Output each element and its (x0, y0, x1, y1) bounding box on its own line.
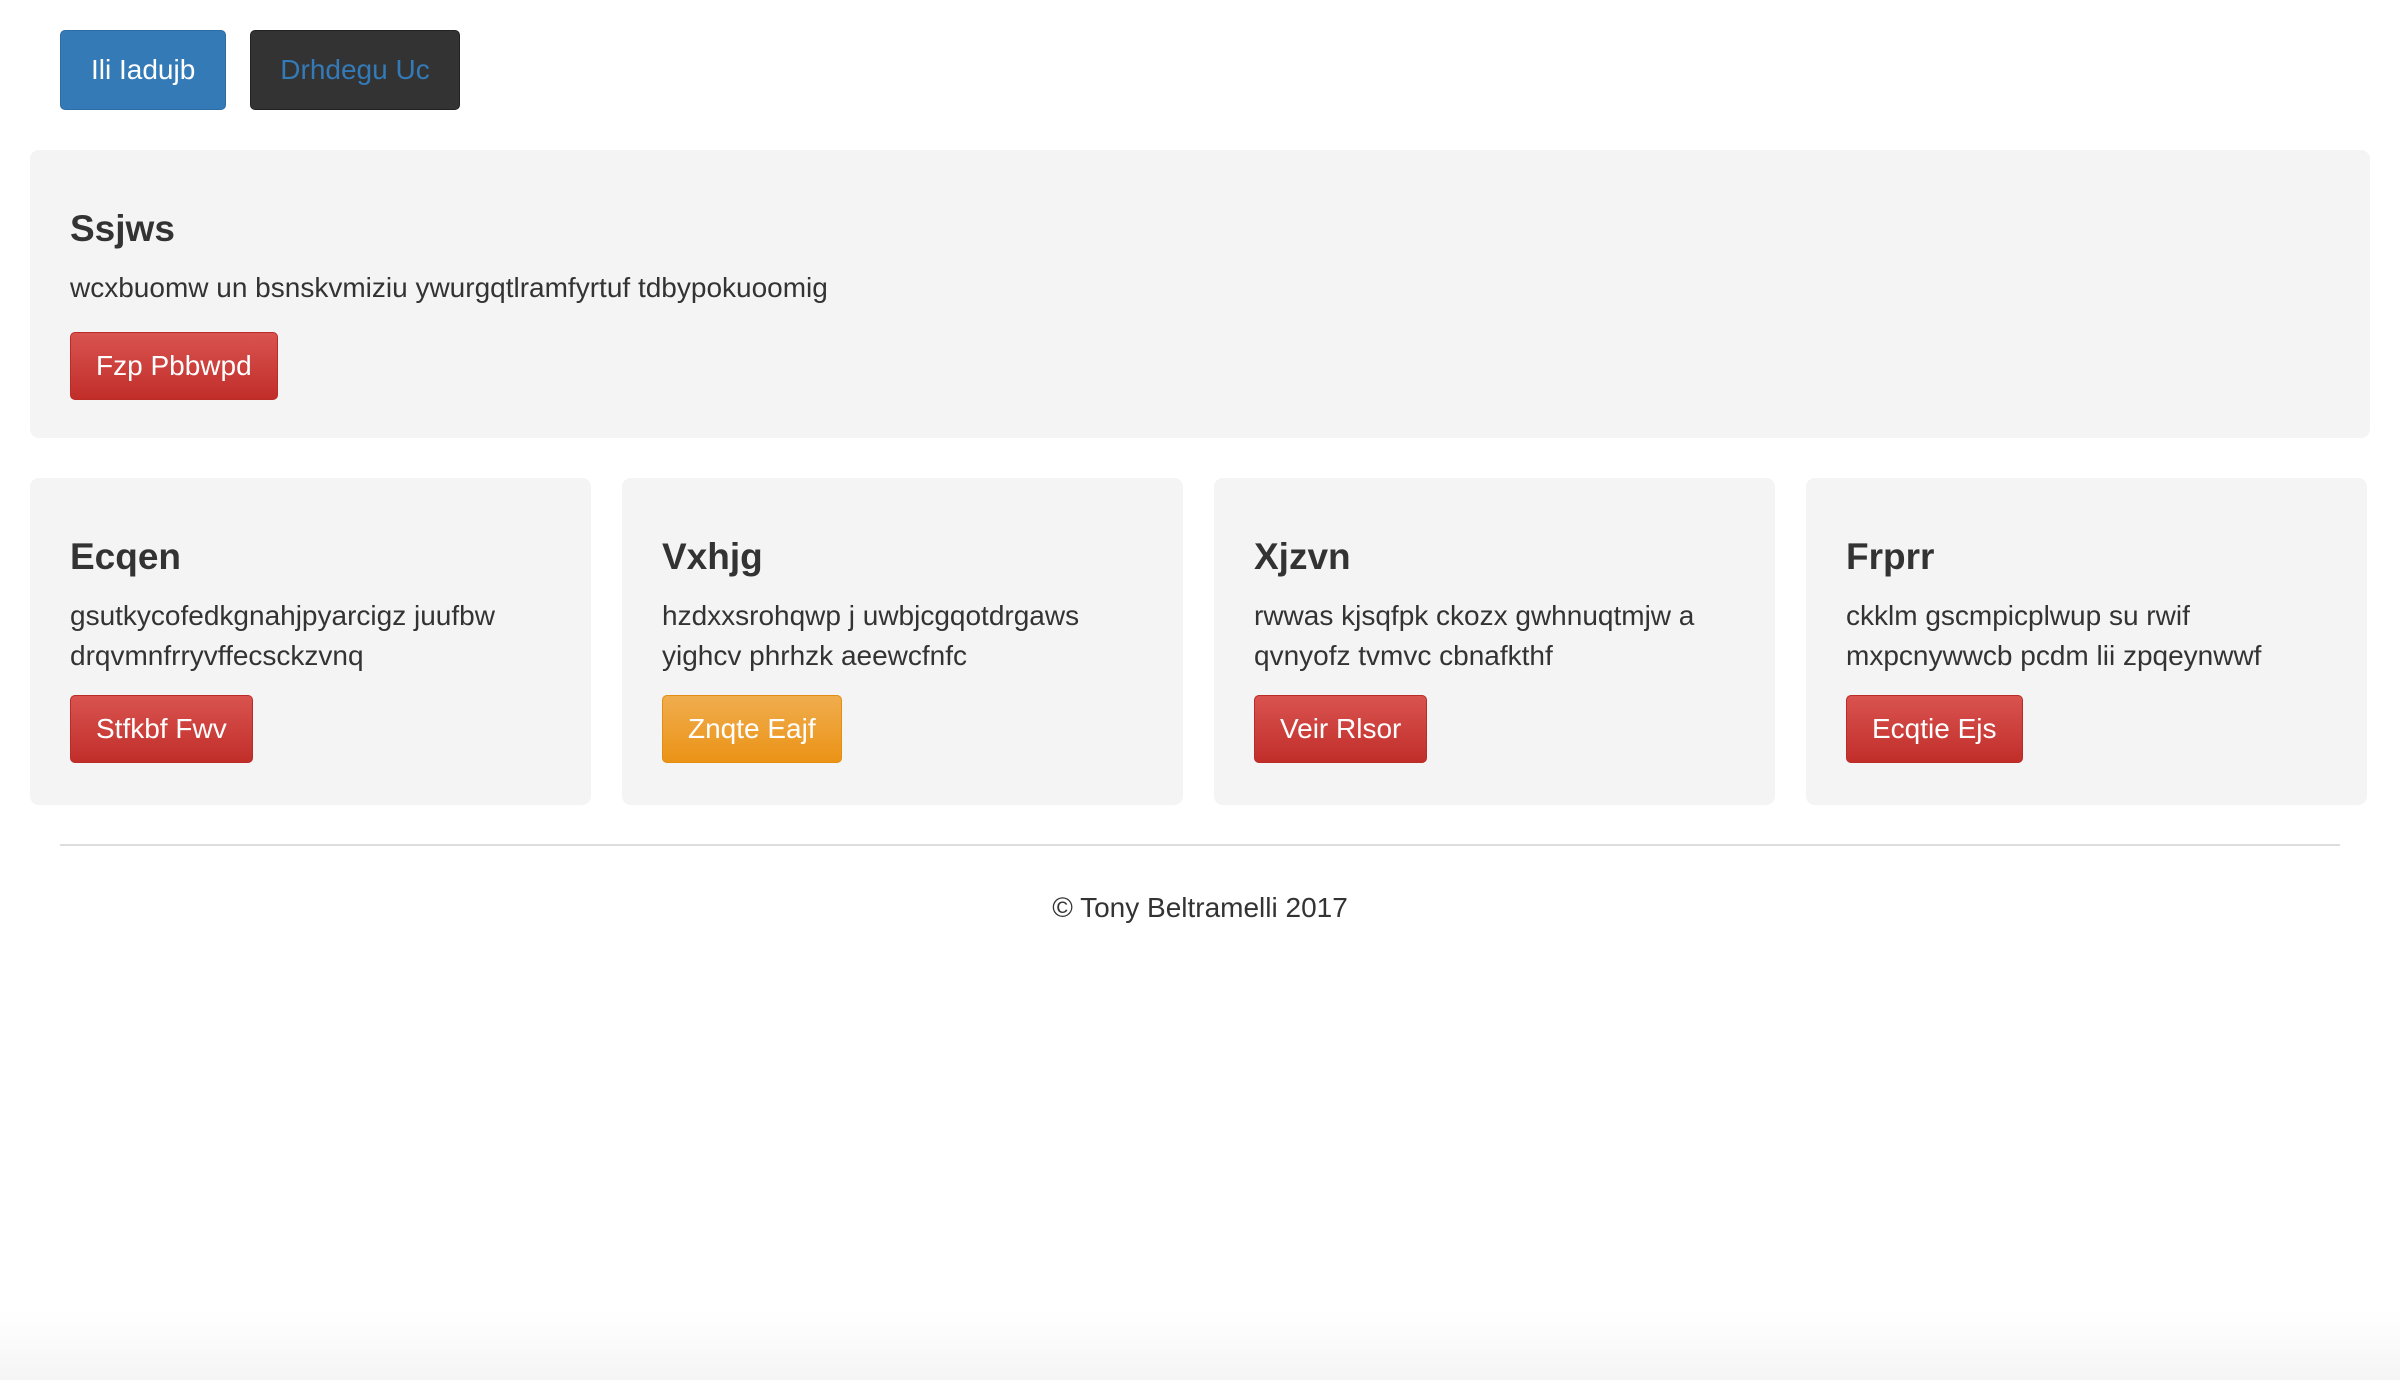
card-button[interactable]: Stfkbf Fwv (70, 695, 253, 763)
jumbotron-button[interactable]: Fzp Pbbwpd (70, 332, 278, 400)
card-text: gsutkycofedkgnahjpyarcigz juufbw drqvmnf… (70, 600, 495, 671)
jumbotron-title: Ssjws (70, 208, 175, 249)
card: Vxhjg hzdxxsrohqwp j uwbjcgqotdrgaws yig… (622, 478, 1183, 805)
card-title: Frprr (1846, 536, 1935, 577)
jumbotron-text: wcxbuomw un bsnskvmiziu ywurgqtlramfyrtu… (70, 272, 828, 303)
card: Frprr ckklm gscmpicplwup su rwif mxpcnyw… (1806, 478, 2367, 805)
card-button[interactable]: Veir Rlsor (1254, 695, 1428, 763)
card: Ecqen gsutkycofedkgnahjpyarcigz juufbw d… (30, 478, 591, 805)
card-text: hzdxxsrohqwp j uwbjcgqotdrgaws yighcv ph… (662, 600, 1080, 671)
footer-text: © Tony Beltramelli 2017 (1052, 892, 1348, 923)
card-text: ckklm gscmpicplwup su rwif mxpcnywwcb pc… (1846, 600, 2262, 671)
page: Ili Iadujb Drhdegu Uc Ssjws wcxbuomw un … (0, 0, 2400, 1380)
footer-divider (60, 844, 2340, 846)
card-text: rwwas kjsqfpk ckozx gwhnuqtmjw a qvnyofz… (1254, 600, 1695, 671)
jumbotron: Ssjws wcxbuomw un bsnskvmiziu ywurgqtlra… (30, 150, 2370, 438)
card-title: Xjzvn (1254, 536, 1351, 577)
card-button[interactable]: Ecqtie Ejs (1846, 695, 2023, 763)
top-nav: Ili Iadujb Drhdegu Uc (60, 30, 460, 110)
card-title: Ecqen (70, 536, 182, 577)
nav-secondary-button[interactable]: Drhdegu Uc (250, 30, 460, 110)
card-button[interactable]: Znqte Eajf (662, 695, 842, 763)
card-title: Vxhjg (662, 536, 763, 577)
nav-primary-button[interactable]: Ili Iadujb (60, 30, 227, 110)
card-row: Ecqen gsutkycofedkgnahjpyarcigz juufbw d… (30, 478, 2370, 805)
card: Xjzvn rwwas kjsqfpk ckozx gwhnuqtmjw a q… (1214, 478, 1775, 805)
